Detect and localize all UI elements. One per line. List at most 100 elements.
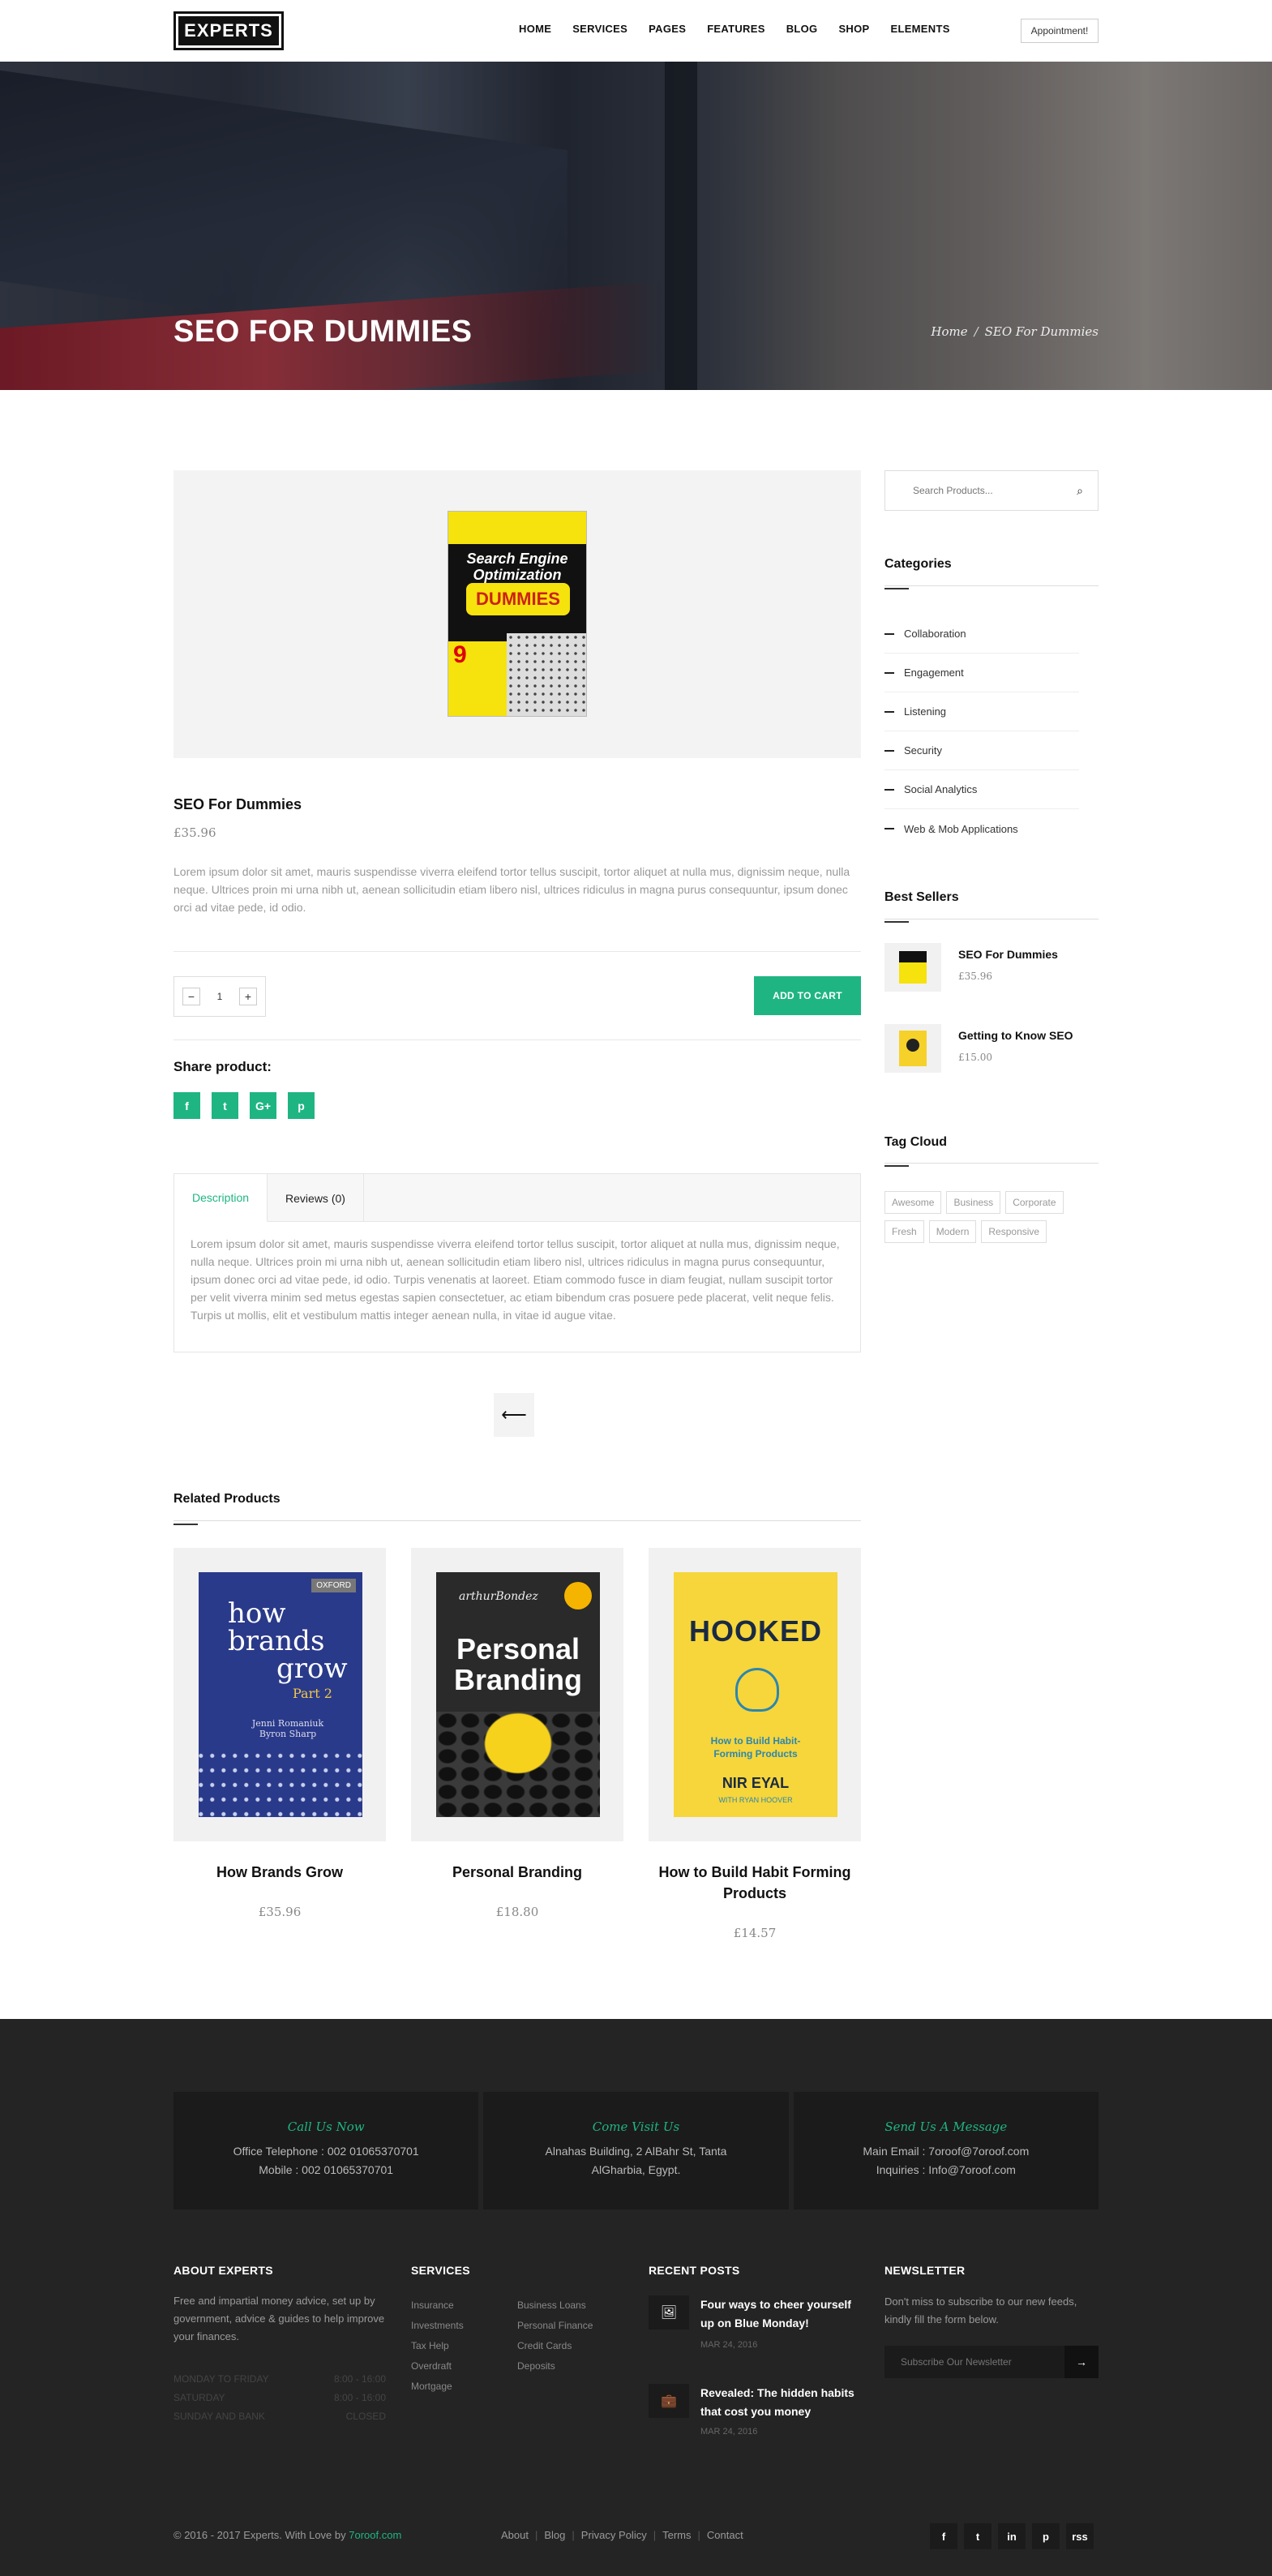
cover-authors: Jenni Romaniuk Byron Sharp: [251, 1718, 324, 1739]
contact-email[interactable]: Main Email : 7oroof@7oroof.com: [794, 2142, 1099, 2161]
related-cover-image[interactable]: OXFORD how brands grow Part 2 Jenni Romani…: [199, 1572, 362, 1817]
appointment-button[interactable]: Appointment!: [1021, 19, 1099, 43]
service-link[interactable]: Overdraft: [411, 2356, 464, 2377]
service-link[interactable]: Business Loans: [517, 2295, 593, 2316]
footer-link-terms[interactable]: Terms: [662, 2529, 691, 2541]
related-cover-image[interactable]: HOOKED How to Build Habit-Forming Produc…: [674, 1572, 837, 1817]
tag-cloud: Awesome Business Corporate Fresh Modern …: [884, 1191, 1099, 1243]
nav-elements[interactable]: ELEMENTS: [891, 23, 950, 35]
twitter-icon[interactable]: t: [964, 2523, 991, 2549]
best-seller-item[interactable]: SEO For Dummies £35.96: [884, 943, 1099, 992]
search-input[interactable]: [885, 471, 1064, 510]
contact-call: Call Us Now Office Telephone : 002 01065…: [173, 2092, 479, 2210]
categories-heading: Categories: [884, 557, 952, 571]
newsletter-text: Don't miss to subscribe to our new feeds…: [884, 2295, 1077, 2325]
nav-features[interactable]: FEATURES: [707, 23, 765, 35]
service-link[interactable]: Deposits: [517, 2356, 593, 2377]
facebook-icon[interactable]: f: [173, 1092, 200, 1119]
related-title[interactable]: How Brands Grow: [173, 1862, 386, 1883]
footer-link-about[interactable]: About: [501, 2529, 529, 2541]
tab-reviews[interactable]: Reviews (0): [268, 1174, 364, 1222]
category-item[interactable]: Collaboration: [884, 615, 1079, 654]
related-heading: Related Products: [173, 1492, 281, 1506]
best-seller-item[interactable]: Getting to Know SEO £15.00: [884, 1024, 1099, 1073]
cover-title-text: HOOKED: [688, 1614, 822, 1648]
footer-link-contact[interactable]: Contact: [707, 2529, 743, 2541]
recent-post[interactable]: 🖼 Four ways to cheer yourself up on Blue…: [649, 2295, 859, 2360]
best-seller-thumb[interactable]: [884, 1024, 941, 1073]
related-title[interactable]: Personal Branding: [411, 1862, 623, 1883]
related-card[interactable]: HOOKED How to Build Habit-Forming Produc…: [649, 1548, 861, 1841]
linkedin-icon[interactable]: in: [998, 2523, 1026, 2549]
footer-link-privacy[interactable]: Privacy Policy: [581, 2529, 647, 2541]
service-link[interactable]: Credit Cards: [517, 2336, 593, 2356]
breadcrumb-current: SEO For Dummies: [984, 324, 1099, 339]
twitter-icon[interactable]: t: [212, 1092, 238, 1119]
related-card[interactable]: arthurBondez Personal Branding: [411, 1548, 623, 1841]
separator: |: [534, 2529, 538, 2541]
cover-image: [899, 1031, 927, 1066]
about-heading: ABOUT EXPERTS: [173, 2264, 273, 2277]
qty-decrease-button[interactable]: −: [182, 988, 200, 1005]
back-arrow-button[interactable]: ⟵: [494, 1393, 534, 1437]
breadcrumb: Home / SEO For Dummies: [931, 324, 1099, 339]
footer-link-blog[interactable]: Blog: [544, 2529, 565, 2541]
nav-services[interactable]: SERVICES: [572, 23, 627, 35]
services-list: Business Loans Personal Finance Credit C…: [517, 2295, 593, 2377]
contact-visit: Come Visit Us Alnahas Building, 2 AlBahr…: [483, 2092, 789, 2210]
service-link[interactable]: Investments: [411, 2316, 464, 2336]
tag[interactable]: Business: [946, 1191, 1001, 1214]
nav-shop[interactable]: SHOP: [838, 23, 869, 35]
nav-blog[interactable]: BLOG: [786, 23, 818, 35]
cover-publisher: OXFORD: [311, 1579, 356, 1592]
recent-post[interactable]: 💼 Revealed: The hidden habits that cost …: [649, 2384, 859, 2449]
post-title[interactable]: Four ways to cheer yourself up on Blue M…: [700, 2295, 863, 2333]
logo[interactable]: EXPERTS: [173, 11, 284, 50]
nav-home[interactable]: HOME: [519, 23, 551, 35]
product-cover-image[interactable]: Search Engine Optimization DUMMIES 9: [448, 511, 587, 717]
newsletter-input[interactable]: [884, 2346, 1064, 2378]
service-link[interactable]: Insurance: [411, 2295, 464, 2316]
category-item[interactable]: Social Analytics: [884, 770, 1079, 809]
service-link[interactable]: Tax Help: [411, 2336, 464, 2356]
pinterest-icon[interactable]: p: [1032, 2523, 1060, 2549]
copyright-link[interactable]: 7oroof.com: [349, 2529, 401, 2541]
tag[interactable]: Awesome: [884, 1191, 942, 1214]
tag[interactable]: Responsive: [981, 1220, 1047, 1243]
qty-increase-button[interactable]: +: [239, 988, 257, 1005]
service-link[interactable]: Personal Finance: [517, 2316, 593, 2336]
category-item[interactable]: Listening: [884, 692, 1079, 731]
category-item[interactable]: Engagement: [884, 654, 1079, 692]
copyright: © 2016 - 2017 Experts. With Love by 7oro…: [173, 2529, 402, 2541]
facebook-icon[interactable]: f: [930, 2523, 957, 2549]
tag[interactable]: Fresh: [884, 1220, 924, 1243]
contact-line: Mobile : 002 01065370701: [259, 2163, 394, 2176]
product-price: £35.96: [173, 825, 216, 840]
breadcrumb-home[interactable]: Home: [931, 324, 967, 339]
rss-icon[interactable]: rss: [1066, 2523, 1094, 2549]
best-seller-title[interactable]: SEO For Dummies: [958, 948, 1058, 961]
nav-pages[interactable]: PAGES: [649, 23, 686, 35]
briefcase-icon: 💼: [649, 2384, 689, 2418]
pinterest-icon[interactable]: p: [288, 1092, 315, 1119]
contact-email[interactable]: Inquiries : Info@7oroof.com: [794, 2161, 1099, 2180]
category-item[interactable]: Security: [884, 731, 1079, 770]
best-seller-thumb[interactable]: [884, 943, 941, 992]
arrow-right-icon[interactable]: →: [1064, 2346, 1099, 2378]
best-seller-title[interactable]: Getting to Know SEO: [958, 1029, 1073, 1042]
category-item[interactable]: Web & Mob Applications: [884, 809, 1079, 848]
tag-cloud-heading: Tag Cloud: [884, 1135, 948, 1149]
qty-value[interactable]: 1: [217, 991, 223, 1002]
related-card[interactable]: OXFORD how brands grow Part 2 Jenni Romani…: [173, 1548, 386, 1841]
tag[interactable]: Modern: [928, 1220, 977, 1243]
tab-description[interactable]: Description: [174, 1174, 268, 1222]
google-plus-icon[interactable]: G+: [250, 1092, 276, 1119]
related-title[interactable]: How to Build Habit Forming Products: [649, 1862, 861, 1904]
tag[interactable]: Corporate: [1005, 1191, 1064, 1214]
related-cover-image[interactable]: arthurBondez Personal Branding: [436, 1572, 600, 1817]
services-heading: SERVICES: [411, 2264, 470, 2277]
post-title[interactable]: Revealed: The hidden habits that cost yo…: [700, 2384, 863, 2421]
search-icon[interactable]: ⌕: [1077, 484, 1083, 498]
add-to-cart-button[interactable]: ADD TO CART: [754, 976, 861, 1015]
service-link[interactable]: Mortgage: [411, 2377, 464, 2397]
